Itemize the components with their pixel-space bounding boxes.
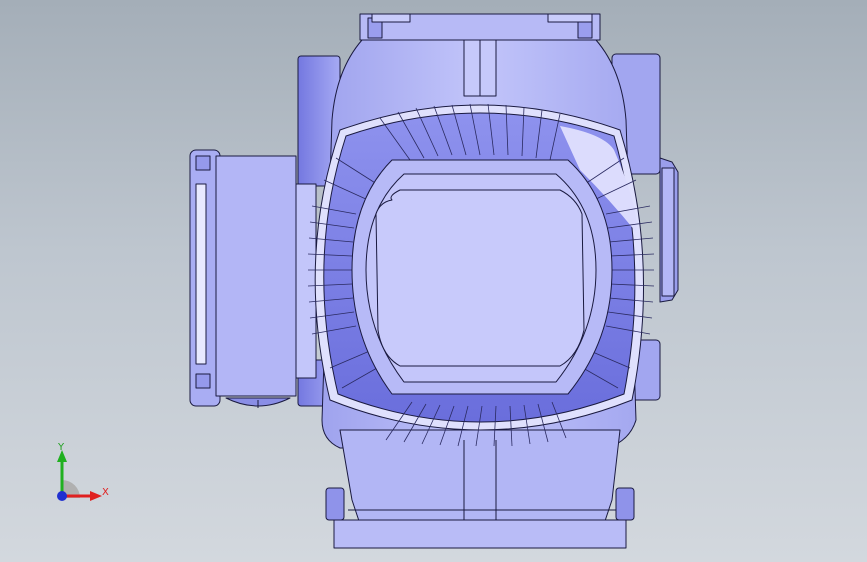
x-axis-label: X [102,487,109,498]
gear-motor-model[interactable] [0,0,867,562]
z-axis-dot-icon [57,491,67,501]
y-axis-label: Y [57,442,65,453]
top-flange [359,13,601,41]
lower-housing [325,429,635,549]
cad-graphics-viewport[interactable]: Y X [0,0,867,562]
coordinate-triad: Y X [57,442,109,501]
x-axis-arrowhead-icon [90,491,102,501]
terminal-box [189,149,317,408]
